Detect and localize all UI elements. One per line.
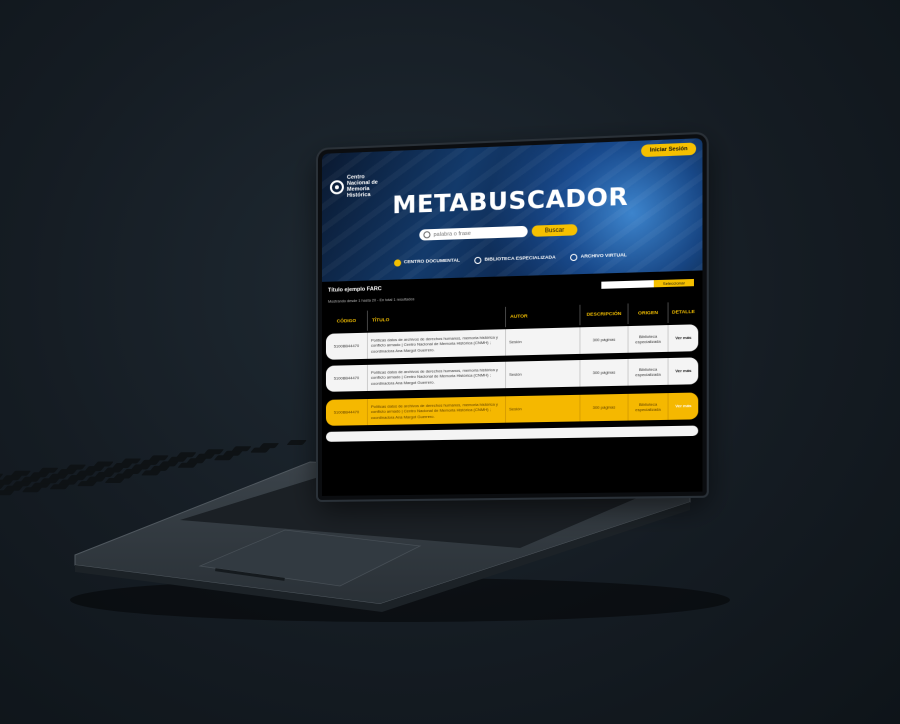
col-header-descripcion: DESCRIPCIÓN (580, 303, 629, 326)
keyboard-key (150, 465, 170, 471)
keyboard-key (122, 469, 142, 474)
ver-mas-link[interactable]: Ver más (669, 357, 699, 384)
keyboard-key (77, 481, 97, 487)
keyboard-key (0, 473, 3, 479)
keyboard-key (0, 479, 13, 485)
keyboard-key (104, 467, 124, 473)
filter-label: CENTRO DOCUMENTAL (403, 258, 460, 266)
cell-descripcion: 300 páginas (580, 326, 629, 354)
keyboard-key (140, 459, 160, 465)
table-row-highlighted[interactable]: 5100BB44470 Políticas datos de archivos … (325, 392, 699, 426)
cell-descripcion: 300 páginas (580, 393, 629, 422)
keyboard-key (223, 450, 243, 456)
results-meta: Mostrando desde 1 hasta 20 - En total 1 … (327, 297, 415, 304)
keyboard-key (214, 455, 234, 461)
col-header-origen: ORIGEN (628, 302, 669, 325)
cell-descripcion: 300 páginas (580, 358, 629, 387)
results-title: Título ejemplo FARC (327, 286, 382, 294)
keyboard-key (67, 475, 87, 481)
keyboard-key (141, 470, 161, 476)
keyboard-key (105, 478, 125, 483)
keyboard-key (131, 464, 151, 470)
col-header-codigo: CÓDIGO (325, 310, 368, 332)
keyboard-key (94, 461, 114, 467)
keyboard-key (114, 473, 134, 479)
keyboard-key (66, 464, 86, 470)
table-row-partial[interactable] (325, 425, 699, 442)
filter-label: BIBLIOTECA ESPECIALIZADA (484, 255, 556, 263)
search-input[interactable] (433, 228, 516, 238)
radio-icon[interactable] (474, 256, 482, 265)
cell-origen: Biblioteca especializada (628, 393, 669, 421)
cell-titulo: Políticas datos de archivos de derechos … (367, 329, 507, 359)
keyboard-key (176, 452, 196, 458)
keyboard-key (2, 475, 22, 481)
select-control[interactable]: Seleccionar (601, 278, 694, 289)
cell-codigo: 5100BB44470 (325, 332, 368, 360)
keyboard-key (22, 487, 42, 493)
col-header-titulo: TÍTULO (367, 306, 507, 331)
keyboard-key (195, 453, 215, 459)
laptop-screen: Centro Nacional de Memoria Histórica Ini… (318, 133, 707, 500)
keyboard-key (95, 472, 115, 477)
keyboard-key (186, 458, 206, 464)
cell-autor: Sesión (506, 327, 581, 356)
keyboard-key (178, 462, 198, 468)
keyboard-key (159, 461, 179, 467)
keyboard-key (168, 456, 188, 462)
cell-titulo: Políticas datos de archivos de derechos … (367, 396, 507, 426)
cell-codigo: 5100BB44470 (325, 364, 368, 392)
keyboard-key (12, 481, 32, 487)
results-section: Título ejemplo FARC Mostrando desde 1 ha… (321, 270, 703, 496)
keyboard-key (30, 472, 50, 478)
browser-viewport: Centro Nacional de Memoria Histórica Ini… (321, 138, 703, 496)
filter-label: ARCHIVO VIRTUAL (580, 253, 627, 260)
keyboard-key (11, 470, 31, 476)
keyboard-key (0, 484, 4, 490)
keyboard-key (250, 447, 270, 453)
col-header-autor: AUTOR (506, 304, 581, 328)
keyboard-key (3, 485, 23, 491)
keyboard-key (232, 446, 251, 452)
search-icon (423, 231, 431, 239)
keyboard-key (204, 449, 224, 455)
col-header-detalle: DETALLE (671, 309, 695, 316)
table-row[interactable]: 5100BB44470 Políticas datos de archivos … (325, 357, 699, 392)
radio-selected-icon[interactable] (393, 259, 401, 267)
hero-banner: Centro Nacional de Memoria Histórica Ini… (321, 138, 703, 282)
keyboard-key (287, 440, 307, 445)
keyboard-key (0, 490, 14, 496)
cell-titulo: Políticas datos de archivos de derechos … (367, 361, 507, 391)
login-button[interactable]: Iniciar Sesión (641, 142, 697, 158)
keyboard-key (40, 478, 60, 484)
keyboard-key (21, 476, 41, 482)
ver-mas-link[interactable]: Ver más (669, 392, 699, 419)
keyboard-key (59, 479, 78, 485)
cell-autor: Sesión (506, 360, 581, 389)
keyboard-key (38, 467, 58, 473)
keyboard-key (76, 470, 96, 476)
cell-autor: Sesión (506, 394, 581, 423)
keyboard-key (50, 484, 70, 490)
cell-codigo: 5100BB44470 (325, 399, 368, 426)
search-button[interactable]: Buscar (531, 224, 578, 237)
select-button[interactable]: Seleccionar (653, 278, 694, 288)
keyboard-key (85, 466, 105, 472)
keyboard-key (86, 476, 106, 482)
keyboard-key (259, 443, 279, 449)
keyboard-key (112, 463, 132, 468)
keyboard-key (48, 473, 68, 479)
cell-origen: Biblioteca especializada (628, 325, 669, 353)
ver-mas-link[interactable]: Ver más (669, 324, 699, 352)
keyboard-key (31, 482, 51, 488)
cell-origen: Biblioteca especializada (628, 358, 669, 386)
keyboard-key (121, 458, 141, 464)
radio-icon[interactable] (570, 253, 578, 262)
keyboard-key (57, 469, 77, 475)
keyboard-key (149, 455, 169, 461)
